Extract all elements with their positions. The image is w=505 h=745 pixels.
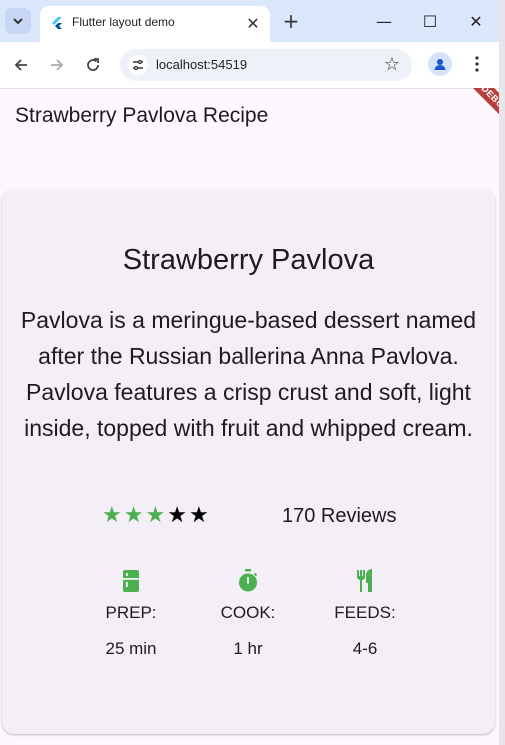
debug-banner-label: DEBUG	[450, 88, 505, 144]
recipe-title: Strawberry Pavlova	[122, 244, 375, 276]
person-icon	[434, 59, 446, 70]
star-icon: ★	[123, 503, 144, 528]
prep-label: PREP:	[105, 603, 157, 622]
back-button[interactable]	[9, 53, 33, 77]
info-feeds: FEEDS: 4-6	[305, 569, 425, 659]
arrow-left-icon	[14, 59, 27, 71]
reviews-count: 170 Reviews	[282, 505, 397, 527]
browser-tab-bar: Flutter layout demo ✕ + — ☐ ✕	[0, 0, 505, 42]
tab-close-icon[interactable]: ✕	[244, 14, 262, 33]
address-bar[interactable]: localhost:54519 ☆	[120, 49, 412, 81]
info-cook: COOK: 1 hr	[188, 569, 308, 659]
app-bar-title: Strawberry Pavlova Recipe	[15, 104, 269, 127]
recipe-card: Strawberry Pavlova Pavlova is a meringue…	[2, 189, 495, 734]
star-icon: ★	[102, 503, 122, 528]
forward-button[interactable]	[45, 53, 69, 77]
site-info-icon[interactable]	[128, 55, 148, 75]
url-text: localhost:54519	[156, 57, 248, 72]
tab-title: Flutter layout demo	[72, 15, 175, 29]
star-icon: ★	[145, 503, 166, 528]
browser-tab[interactable]: Flutter layout demo ✕	[40, 6, 270, 42]
flutter-logo-icon	[52, 17, 62, 29]
rating-stars: ★ ★ ★ ★ ★	[102, 505, 209, 527]
star-icon: ★	[188, 503, 209, 528]
feeds-label: FEEDS:	[334, 603, 396, 622]
window-edge	[499, 0, 505, 745]
browser-toolbar: localhost:54519 ☆	[0, 42, 505, 89]
prep-value: 25 min	[105, 639, 157, 658]
profile-avatar[interactable]	[428, 52, 452, 76]
timer-icon	[239, 569, 258, 592]
chevron-down-icon	[13, 18, 23, 25]
reload-button[interactable]	[81, 53, 105, 77]
info-prep: PREP: 25 min	[71, 569, 191, 659]
more-menu-icon[interactable]	[468, 52, 486, 76]
reload-icon	[87, 58, 99, 71]
maximize-button[interactable]: ☐	[415, 8, 445, 34]
new-tab-button[interactable]: +	[280, 9, 302, 33]
cook-value: 1 hr	[233, 639, 263, 658]
bookmark-star-icon[interactable]: ☆	[384, 54, 400, 75]
kitchen-icon	[123, 570, 139, 592]
star-icon: ★	[167, 503, 187, 528]
recipe-description: Pavlova is a meringue-based dessert name…	[20, 307, 477, 441]
arrow-right-icon	[51, 59, 64, 71]
close-window-button[interactable]: ✕	[461, 8, 491, 34]
tab-search-button[interactable]	[5, 8, 31, 34]
feeds-value: 4-6	[352, 639, 378, 658]
debug-banner: DEBUG	[400, 88, 505, 168]
restaurant-icon	[357, 569, 372, 592]
minimize-button[interactable]: —	[369, 8, 399, 34]
cook-label: COOK:	[220, 603, 276, 622]
